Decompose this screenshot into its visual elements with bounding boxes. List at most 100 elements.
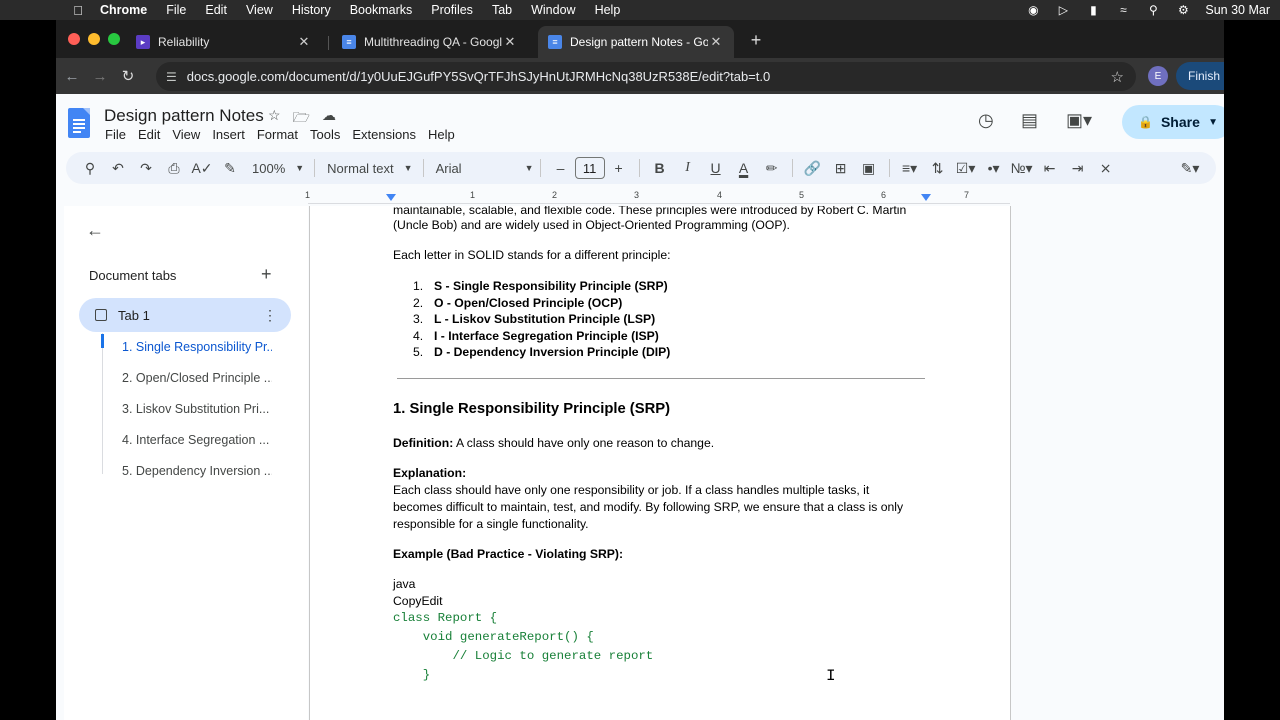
redo-icon[interactable]: ↷: [132, 160, 160, 177]
browser-tab-design-pattern[interactable]: ≡ Design pattern Notes - Googl ✕: [538, 26, 734, 58]
app-menu-chrome[interactable]: Chrome: [100, 3, 147, 17]
outline-item[interactable]: 4. Interface Segregation ...: [122, 433, 272, 447]
address-bar[interactable]: ☰ docs.google.com/document/d/1y0UuEJGufP…: [156, 62, 1136, 91]
numbered-list-icon[interactable]: №▾: [1008, 160, 1036, 177]
copy-edit-label[interactable]: CopyEdit: [393, 593, 933, 610]
docs-menu-file[interactable]: File: [105, 127, 126, 142]
menu-file[interactable]: File: [166, 3, 186, 17]
bookmark-star-icon[interactable]: ☆: [1111, 68, 1124, 86]
zoom-dropdown[interactable]: 100% ▼: [252, 161, 304, 176]
insert-image-icon[interactable]: ▣: [855, 160, 883, 177]
menu-clock[interactable]: Sun 30 Mar: [1205, 3, 1270, 17]
underline-icon[interactable]: U: [702, 160, 730, 176]
decrease-font-size-icon[interactable]: –: [547, 160, 575, 176]
document-tab-1[interactable]: Tab 1 ⋮: [79, 298, 291, 332]
docs-menu-edit[interactable]: Edit: [138, 127, 160, 142]
browser-tab-multithreading[interactable]: ≡ Multithreading QA - Google D ✕: [332, 26, 528, 58]
font-dropdown[interactable]: Arial ▼: [436, 161, 534, 176]
docs-menu-help[interactable]: Help: [428, 127, 455, 142]
reload-icon[interactable]: ↻: [114, 67, 142, 85]
forward-arrow-icon[interactable]: →: [86, 68, 114, 85]
back-arrow-icon[interactable]: ←: [58, 68, 86, 85]
bold-icon[interactable]: B: [646, 160, 674, 176]
browser-tab-reliability[interactable]: ▸ Reliability ✕: [126, 26, 322, 58]
control-center-icon[interactable]: ⚙: [1175, 3, 1191, 17]
outline-item[interactable]: 5. Dependency Inversion ...: [122, 464, 272, 478]
docs-menu-view[interactable]: View: [172, 127, 200, 142]
version-history-icon[interactable]: ◷: [978, 110, 994, 131]
finish-update-button[interactable]: Finish u: [1176, 62, 1224, 90]
toolbar-divider: [888, 159, 890, 177]
insert-link-icon[interactable]: 🔗: [799, 160, 827, 177]
share-button[interactable]: 🔒 Share ▼: [1122, 105, 1224, 139]
site-info-icon[interactable]: ☰: [166, 70, 177, 84]
wifi-icon[interactable]: ≈: [1115, 3, 1131, 17]
add-comment-icon[interactable]: ⊞: [827, 160, 855, 177]
principles-list: 1. S - Single Responsibility Principle (S…: [393, 278, 670, 361]
text-color-icon[interactable]: A: [730, 160, 758, 176]
zoom-window-button[interactable]: [108, 33, 120, 45]
close-tab-icon[interactable]: ✕: [708, 34, 724, 50]
add-tab-icon[interactable]: +: [261, 264, 272, 285]
outline-item[interactable]: 2. Open/Closed Principle ...: [122, 371, 272, 385]
play-icon[interactable]: ▷: [1055, 3, 1071, 17]
outline-item[interactable]: 3. Liskov Substitution Pri...: [122, 402, 272, 416]
line-spacing-icon[interactable]: ⇅: [924, 160, 952, 177]
menu-profiles[interactable]: Profiles: [431, 3, 473, 17]
docs-logo-icon[interactable]: [68, 108, 90, 138]
back-arrow-icon[interactable]: ←: [86, 220, 104, 241]
new-tab-icon[interactable]: +: [746, 30, 766, 51]
menu-help[interactable]: Help: [595, 3, 621, 17]
menu-view[interactable]: View: [246, 3, 273, 17]
right-indent-marker[interactable]: [921, 194, 931, 201]
ruler-number: 1: [470, 190, 476, 200]
docs-menu-extensions[interactable]: Extensions: [352, 127, 416, 142]
ruler-number: 3: [634, 190, 640, 200]
checklist-icon[interactable]: ☑▾: [952, 160, 980, 177]
menu-edit[interactable]: Edit: [205, 3, 227, 17]
tab-separator: [328, 36, 329, 50]
print-icon[interactable]: ⎙: [160, 160, 188, 177]
left-indent-marker[interactable]: [386, 194, 396, 201]
profile-avatar[interactable]: E: [1148, 66, 1168, 86]
align-left-icon[interactable]: ≡▾: [896, 160, 924, 177]
meet-camera-icon[interactable]: ▣▾: [1066, 110, 1092, 131]
close-tab-icon[interactable]: ✕: [296, 34, 312, 50]
italic-icon[interactable]: I: [674, 160, 702, 176]
paint-format-icon[interactable]: ✎: [216, 160, 244, 177]
search-menus-icon[interactable]: ⚲: [76, 160, 104, 177]
close-tab-icon[interactable]: ✕: [502, 34, 518, 50]
document-title[interactable]: Design pattern Notes: [104, 106, 264, 126]
menu-history[interactable]: History: [292, 3, 331, 17]
increase-font-size-icon[interactable]: +: [605, 160, 633, 176]
menu-tab[interactable]: Tab: [492, 3, 512, 17]
spellcheck-icon[interactable]: A✓: [188, 160, 216, 177]
toolbar-divider: [314, 159, 316, 177]
docs-menu-format[interactable]: Format: [257, 127, 298, 142]
chevron-down-icon[interactable]: ▼: [1208, 117, 1218, 128]
document-page[interactable]: maintainable, scalable, and flexible cod…: [309, 206, 1011, 720]
undo-icon[interactable]: ↶: [104, 160, 132, 177]
bulleted-list-icon[interactable]: •▾: [980, 160, 1008, 177]
more-options-icon[interactable]: ⋮: [263, 307, 277, 324]
horizontal-ruler[interactable]: 1 1 2 3 4 5 6 7: [305, 190, 1010, 204]
editing-mode-icon[interactable]: ✎▾: [1176, 160, 1204, 177]
paragraph-style-dropdown[interactable]: Normal text ▼: [327, 161, 412, 176]
menu-bookmarks[interactable]: Bookmarks: [350, 3, 413, 17]
outline-item[interactable]: 1. Single Responsibility Pr...: [122, 340, 272, 354]
docs-menu-tools[interactable]: Tools: [310, 127, 340, 142]
decrease-indent-icon[interactable]: ⇤: [1036, 160, 1064, 177]
apple-icon[interactable]: : [70, 3, 86, 18]
close-window-button[interactable]: [68, 33, 80, 45]
clear-formatting-icon[interactable]: ⨯: [1092, 160, 1120, 177]
increase-indent-icon[interactable]: ⇥: [1064, 160, 1092, 177]
record-icon[interactable]: ◉: [1025, 3, 1041, 17]
docs-menu-insert[interactable]: Insert: [212, 127, 245, 142]
battery-icon[interactable]: ▮: [1085, 3, 1101, 17]
spotlight-search-icon[interactable]: ⚲: [1145, 3, 1161, 17]
comments-icon[interactable]: ▤: [1021, 110, 1038, 131]
menu-window[interactable]: Window: [531, 3, 575, 17]
minimize-window-button[interactable]: [88, 33, 100, 45]
font-size-input[interactable]: 11: [574, 157, 605, 179]
highlight-color-icon[interactable]: ✏: [758, 160, 786, 177]
